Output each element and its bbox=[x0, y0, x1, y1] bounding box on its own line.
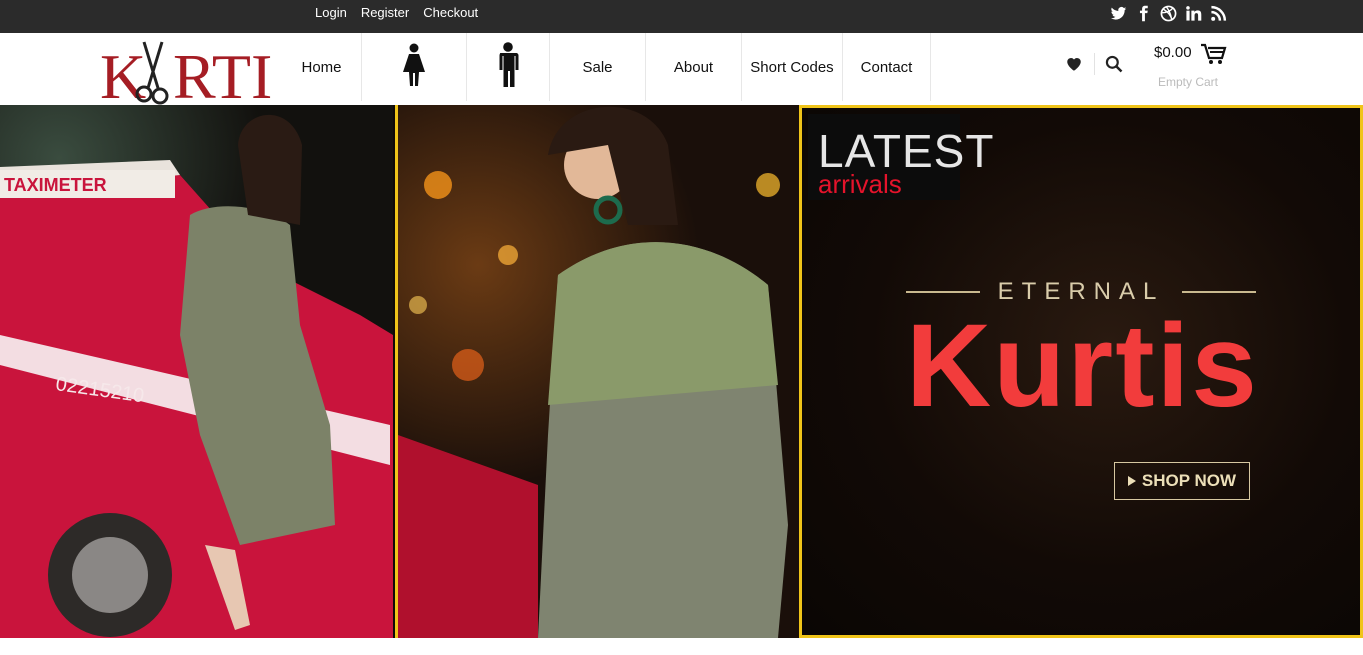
social-links bbox=[1110, 5, 1227, 22]
nav-contact[interactable]: Contact bbox=[843, 33, 931, 101]
man-icon bbox=[494, 42, 522, 92]
play-arrow-icon bbox=[1127, 476, 1136, 486]
register-link[interactable]: Register bbox=[361, 5, 409, 20]
shop-now-label: SHOP NOW bbox=[1141, 471, 1237, 490]
cart-status: Empty Cart bbox=[1158, 75, 1219, 89]
search-icon[interactable] bbox=[1104, 54, 1124, 74]
svg-text:K: K bbox=[100, 41, 146, 106]
nav-men[interactable] bbox=[467, 33, 550, 101]
nav-women[interactable] bbox=[362, 33, 467, 101]
site-header: K RTI Home Sale About Short Codes Contac… bbox=[0, 33, 1363, 112]
site-logo[interactable]: K RTI bbox=[100, 36, 278, 112]
taximeter-sign: TAXIMETER bbox=[4, 175, 107, 195]
woman-icon bbox=[400, 43, 428, 91]
eternal-right-rule bbox=[1182, 291, 1257, 293]
shop-now-button[interactable]: SHOP NOW bbox=[1114, 462, 1250, 500]
top-bar: Login Register Checkout bbox=[0, 0, 1363, 33]
kurtis-headline: Kurtis bbox=[906, 300, 1259, 432]
facebook-icon[interactable] bbox=[1135, 5, 1152, 22]
arrivals-label: arrivals bbox=[818, 169, 902, 199]
cart-icon[interactable] bbox=[1200, 43, 1228, 65]
main-nav: Home Sale About Short Codes Contact bbox=[282, 33, 931, 101]
header-divider bbox=[1094, 53, 1095, 75]
heart-icon[interactable] bbox=[1065, 55, 1083, 73]
nav-short-codes[interactable]: Short Codes bbox=[742, 33, 843, 101]
model-photo-street bbox=[395, 105, 799, 638]
linkedin-icon[interactable] bbox=[1185, 5, 1202, 22]
dribbble-icon[interactable] bbox=[1160, 5, 1177, 22]
hero-banner[interactable]: TAXIMETER 02215210 LATEST arrivals ETERN… bbox=[0, 105, 1363, 638]
login-link[interactable]: Login bbox=[315, 5, 347, 20]
eternal-left-rule bbox=[906, 291, 980, 293]
nav-sale[interactable]: Sale bbox=[550, 33, 646, 101]
account-links: Login Register Checkout bbox=[315, 5, 478, 20]
promo-panel[interactable]: LATEST arrivals ETERNAL Kurtis SHOP NOW bbox=[799, 105, 1363, 638]
rss-icon[interactable] bbox=[1210, 5, 1227, 22]
model-photo-taxi: TAXIMETER 02215210 bbox=[0, 105, 393, 638]
nav-about[interactable]: About bbox=[646, 33, 742, 101]
twitter-icon[interactable] bbox=[1110, 5, 1127, 22]
nav-home[interactable]: Home bbox=[282, 33, 362, 101]
cart-total[interactable]: $0.00 bbox=[1154, 44, 1192, 61]
checkout-link[interactable]: Checkout bbox=[423, 5, 478, 20]
latest-arrivals-badge: LATEST arrivals bbox=[808, 114, 993, 200]
svg-text:RTI: RTI bbox=[173, 41, 272, 106]
